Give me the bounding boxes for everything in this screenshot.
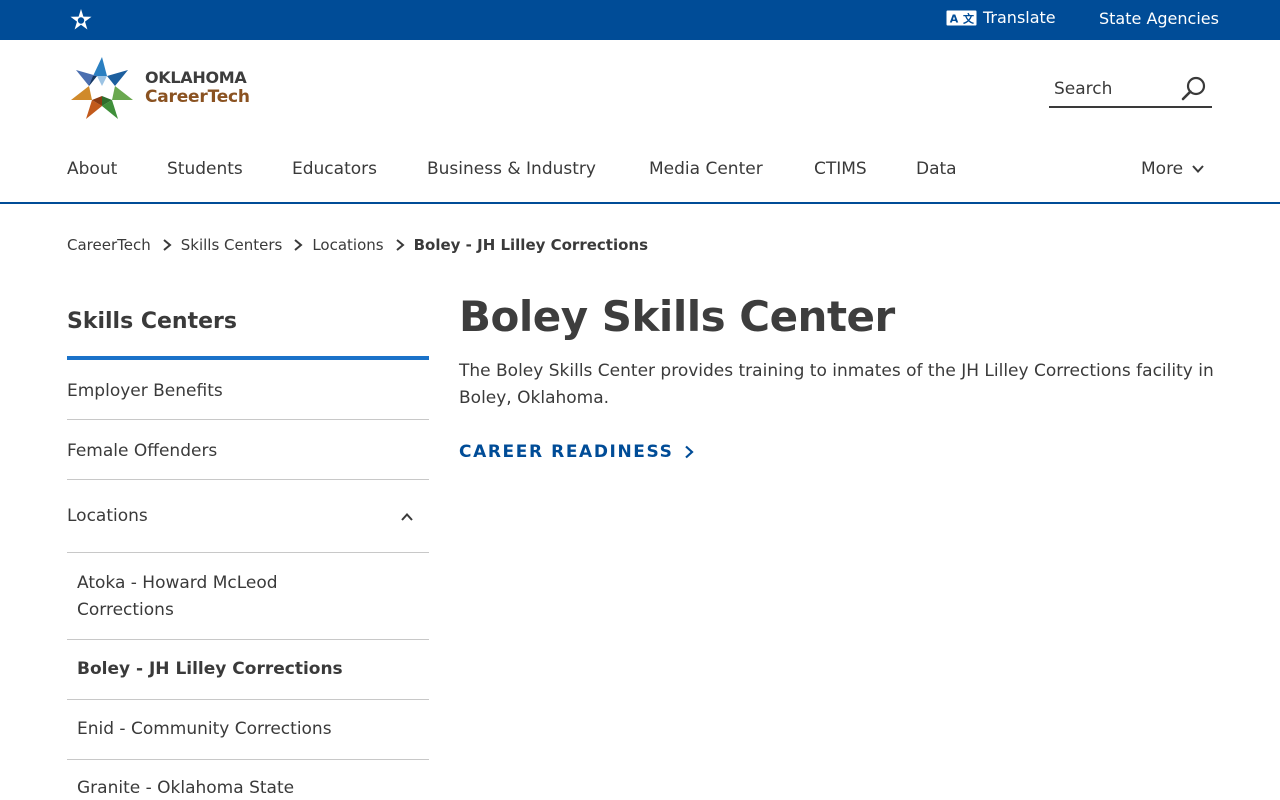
sidebar-item-locations[interactable]: Locations [67,480,429,553]
sidebar-subitem-granite[interactable]: Granite - Oklahoma State [67,760,429,800]
breadcrumb-careertech[interactable]: CareerTech [67,236,151,254]
nav-more-label: More [1141,159,1184,179]
logo-line-careertech: CareerTech [145,87,250,107]
search-icon[interactable] [1181,76,1207,102]
breadcrumb: CareerTech Skills Centers Locations Bole… [67,236,648,254]
chevron-right-icon [294,239,303,251]
translate-icon: A 文 [946,10,977,25]
sidebar-subitem-atoka[interactable]: Atoka - Howard McLeod Corrections [67,553,429,640]
nav-item-media-center[interactable]: Media Center [649,159,763,179]
nav-more-button[interactable]: More [1141,159,1205,179]
intro-paragraph: The Boley Skills Center provides trainin… [459,361,1214,408]
utility-bar: A 文 Translate State Agencies [0,0,1280,40]
oklahoma-star-icon[interactable] [70,9,92,31]
section-sidebar: Skills Centers Employer Benefits Female … [67,300,429,800]
chevron-right-icon [685,445,695,459]
careertech-logo[interactable]: OKLAHOMA CareerTech [70,56,250,120]
site-search [1049,72,1212,108]
nav-item-about[interactable]: About [67,159,117,179]
logo-line-oklahoma: OKLAHOMA [145,68,247,87]
svg-text:文: 文 [963,11,975,25]
sidebar-title: Skills Centers [67,300,429,360]
search-input[interactable] [1054,77,1174,101]
nav-item-data[interactable]: Data [916,159,957,179]
main-nav: About Students Educators Business & Indu… [0,150,1280,204]
sidebar-subitem-enid[interactable]: Enid - Community Corrections [67,700,429,760]
careertech-star-logo-icon [71,57,133,119]
chevron-down-icon [1192,165,1204,173]
nav-item-educators[interactable]: Educators [292,159,377,179]
breadcrumb-current: Boley - JH Lilley Corrections [413,236,649,254]
chevron-right-icon [163,239,172,251]
sidebar-item-label: Locations [67,506,148,526]
nav-item-business-industry[interactable]: Business & Industry [427,159,596,179]
page-title: Boley Skills Center [459,292,895,341]
state-agencies-link[interactable]: State Agencies [1099,9,1219,28]
career-readiness-link[interactable]: CAREER READINESS [459,442,695,462]
main-content: Boley Skills Center The Boley Skills Cen… [459,292,1219,462]
sidebar-item-female-offenders[interactable]: Female Offenders [67,420,429,480]
translate-button[interactable]: A 文 Translate [946,8,1056,27]
svg-text:A: A [950,12,959,25]
nav-item-students[interactable]: Students [167,159,243,179]
chevron-right-icon [395,239,405,251]
translate-label: Translate [983,8,1056,27]
breadcrumb-locations[interactable]: Locations [312,236,383,254]
chevron-up-icon[interactable] [400,510,414,524]
sidebar-subitem-boley[interactable]: Boley - JH Lilley Corrections [67,640,429,700]
nav-item-ctims[interactable]: CTIMS [814,159,867,179]
breadcrumb-skills-centers[interactable]: Skills Centers [181,236,283,254]
career-readiness-label: CAREER READINESS [459,442,674,462]
sidebar-item-employer-benefits[interactable]: Employer Benefits [67,360,429,420]
